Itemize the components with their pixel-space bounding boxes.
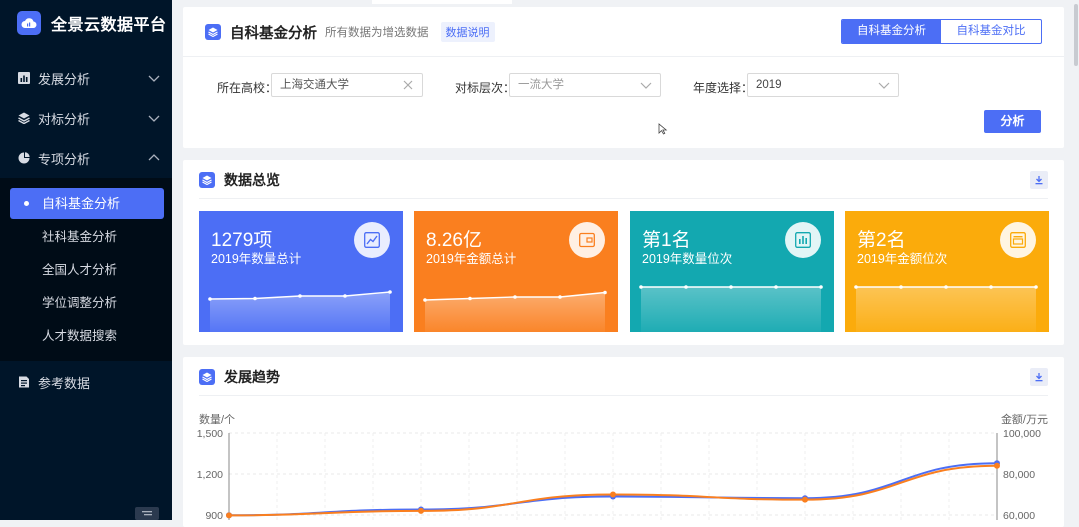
bar-chart-icon xyxy=(785,222,821,258)
overview-title: 数据总览 xyxy=(224,172,280,188)
trend-panel: 发展趋势 数量/个 金额/万元 1,500 1,200 900 100,000 80,0… xyxy=(183,357,1064,527)
sparkline xyxy=(208,290,392,332)
y-tick-left: 1,500 xyxy=(197,428,223,440)
document-icon xyxy=(18,376,30,388)
menu-fold-icon xyxy=(142,511,152,516)
data-point[interactable] xyxy=(418,507,424,514)
school-label: 所在高校： xyxy=(217,81,278,95)
menu-label: 对标分析 xyxy=(38,111,91,127)
layers-icon xyxy=(18,112,30,124)
chevron-down-icon xyxy=(148,75,160,82)
level-label: 对标层次： xyxy=(455,81,516,95)
overview-header: 数据总览 xyxy=(199,170,280,190)
year-select[interactable]: 2019 xyxy=(747,73,899,97)
stat-label: 2019年数量位次 xyxy=(642,252,733,266)
data-point[interactable] xyxy=(802,496,808,503)
stat-card-amount-rank[interactable]: 第2名 2019年金额位次 xyxy=(845,211,1049,332)
y-tick-left: 1,200 xyxy=(197,469,223,481)
sparkline xyxy=(854,285,1038,332)
analyze-button[interactable]: 分析 xyxy=(984,110,1041,133)
filter-panel-header: 自科基金分析 所有数据为增选数据 数据说明 xyxy=(205,22,495,42)
level-select[interactable]: 一流大学 xyxy=(509,73,661,97)
submenu-label: 自科基金分析 xyxy=(42,196,121,211)
stat-label: 2019年金额总计 xyxy=(426,252,517,266)
pie-chart-icon xyxy=(18,152,30,164)
school-select[interactable]: 上海交通大学 xyxy=(271,73,423,97)
y-axis-right-title: 金额/万元 xyxy=(1001,412,1048,426)
menu-special-analysis[interactable]: 专项分析 xyxy=(0,140,172,176)
data-point[interactable] xyxy=(226,512,232,519)
bar-chart-icon xyxy=(18,72,30,84)
layers-icon xyxy=(199,172,215,188)
menu-development-analysis[interactable]: 发展分析 xyxy=(0,60,172,96)
divider xyxy=(183,56,1064,57)
menu-label: 专项分析 xyxy=(38,151,91,167)
collapse-sidebar-button[interactable] xyxy=(135,507,159,520)
submenu-item-nsfc-analysis[interactable]: 自科基金分析 xyxy=(10,188,164,219)
top-tab-indicator xyxy=(372,0,512,4)
submenu-item-social-fund[interactable]: 社科基金分析 xyxy=(42,224,117,250)
mouse-cursor-icon xyxy=(658,123,668,135)
filter-panel: 自科基金分析 所有数据为增选数据 数据说明 自科基金分析 自科基金对比 所在高校… xyxy=(183,7,1064,148)
y-tick-right: 80,000 xyxy=(1003,469,1035,481)
stat-label: 2019年金额位次 xyxy=(857,252,948,266)
scrollbar[interactable] xyxy=(1073,0,1079,520)
sidebar: 全景云数据平台 发展分析 对标分析 专项分析 自科基金分析 社科基金分析 全国人… xyxy=(0,0,172,520)
submenu-item-talent-search[interactable]: 人才数据搜索 xyxy=(42,323,117,349)
y-tick-right: 60,000 xyxy=(1003,510,1035,520)
download-icon xyxy=(1035,176,1043,185)
trend-icon xyxy=(354,222,390,258)
chevron-down-icon xyxy=(148,115,160,122)
scrollbar-thumb[interactable] xyxy=(1074,4,1078,66)
active-dot-icon xyxy=(24,201,29,206)
layers-icon xyxy=(205,24,221,40)
app-brand[interactable]: 全景云数据平台 xyxy=(17,10,167,36)
divider xyxy=(199,198,1048,199)
sparkline xyxy=(639,285,823,332)
toggle-nsfc-analysis[interactable]: 自科基金分析 xyxy=(842,20,941,43)
download-button[interactable] xyxy=(1030,171,1048,189)
submenu-item-national-talent[interactable]: 全国人才分析 xyxy=(42,257,117,283)
chevron-down-icon xyxy=(640,82,652,89)
chevron-down-icon xyxy=(878,82,890,89)
analysis-toggle: 自科基金分析 自科基金对比 xyxy=(841,19,1042,44)
submenu-item-degree-adjust[interactable]: 学位调整分析 xyxy=(42,290,117,316)
page-title: 自科基金分析 xyxy=(230,25,317,42)
menu-label: 发展分析 xyxy=(38,71,91,87)
y-tick-right: 100,000 xyxy=(1003,428,1041,440)
menu-reference-data[interactable]: 参考数据 xyxy=(0,364,172,400)
stat-label: 2019年数量总计 xyxy=(211,252,302,266)
data-point[interactable] xyxy=(610,491,616,498)
y-tick-left: 900 xyxy=(205,510,223,520)
stat-card-amount-total[interactable]: 8.26亿 2019年金额总计 xyxy=(414,211,618,332)
archive-icon xyxy=(1000,222,1036,258)
school-value: 上海交通大学 xyxy=(280,79,349,91)
year-value: 2019 xyxy=(756,79,782,91)
sparkline xyxy=(423,290,607,332)
trend-chart: 数量/个 金额/万元 1,500 1,200 900 100,000 80,000 60,… xyxy=(197,412,1048,520)
stat-card-count-rank[interactable]: 第1名 2019年数量位次 xyxy=(630,211,834,332)
stat-card-count-total[interactable]: 1279项 2019年数量总计 xyxy=(199,211,403,332)
chart-grid xyxy=(228,432,998,520)
data-notes-badge[interactable]: 数据说明 xyxy=(440,22,495,42)
data-point[interactable] xyxy=(994,462,1000,469)
y-axis-left-title: 数量/个 xyxy=(199,413,235,426)
wallet-icon xyxy=(569,222,605,258)
chevron-up-icon xyxy=(148,154,160,161)
cloud-logo-icon xyxy=(17,11,41,35)
toggle-nsfc-compare[interactable]: 自科基金对比 xyxy=(941,20,1041,43)
year-label: 年度选择： xyxy=(693,81,754,95)
menu-label: 参考数据 xyxy=(38,375,91,391)
app-title: 全景云数据平台 xyxy=(51,17,167,34)
menu-benchmark-analysis[interactable]: 对标分析 xyxy=(0,100,172,136)
clear-icon[interactable] xyxy=(402,79,414,91)
page-subtitle: 所有数据为增选数据 xyxy=(325,27,429,39)
level-placeholder: 一流大学 xyxy=(518,79,564,91)
